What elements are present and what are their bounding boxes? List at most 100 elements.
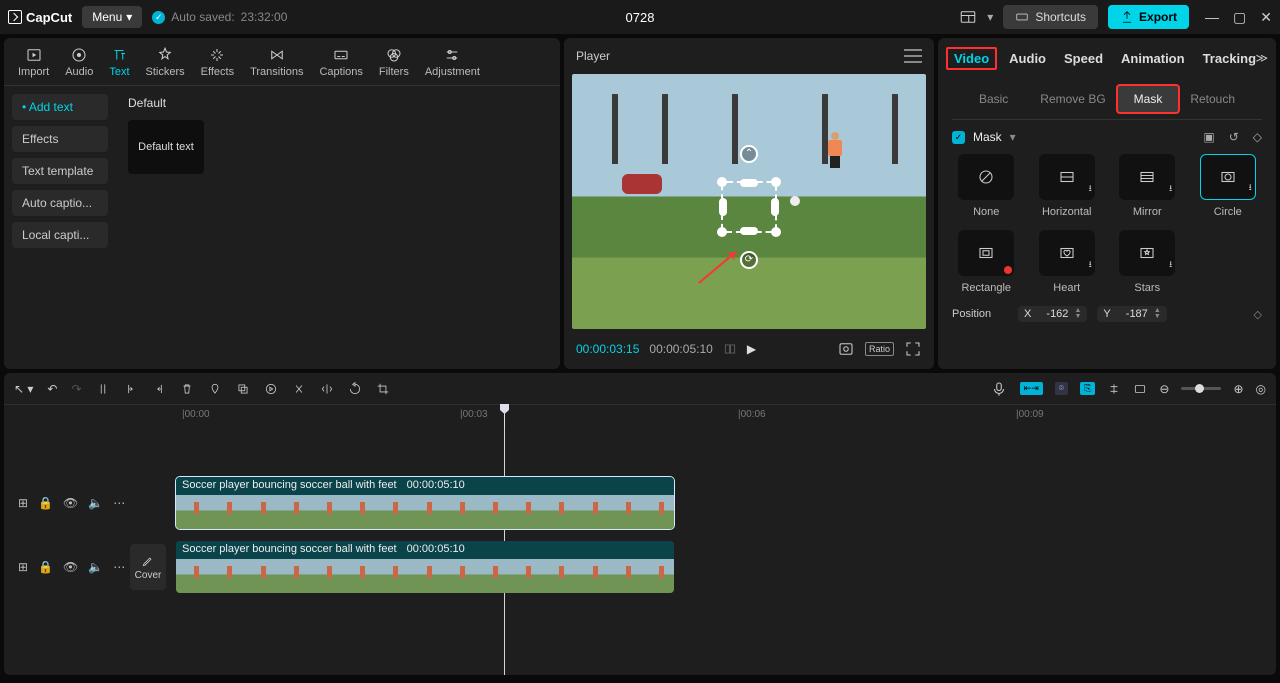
clip-2[interactable]: Soccer player bouncing soccer ball with …	[176, 541, 674, 593]
track-2-head: ⊞ 🔒 👁 🔈 ⋯	[4, 560, 124, 574]
player-menu-icon[interactable]	[904, 49, 922, 63]
mask-horizontal[interactable]: ⭳Horizontal	[1033, 154, 1102, 218]
snap-aux-icon[interactable]: ⌾	[1055, 382, 1068, 395]
lock-icon[interactable]: 🔒	[38, 560, 53, 574]
add-track-icon[interactable]: ⊞	[18, 560, 28, 574]
tab-adjustment[interactable]: Adjustment	[417, 42, 488, 82]
tab-speed[interactable]: Speed	[1064, 47, 1103, 70]
trim-right-icon[interactable]	[152, 382, 166, 396]
minimize-button[interactable]: —	[1205, 9, 1219, 26]
layout-icon[interactable]	[959, 8, 977, 26]
default-text-thumb[interactable]: Default text	[128, 120, 204, 174]
mask-heart[interactable]: ⭳Heart	[1033, 230, 1102, 294]
align-icon[interactable]	[1107, 382, 1121, 396]
mask-label: Mask	[973, 130, 1002, 144]
mask-stars[interactable]: ⭳Stars	[1113, 230, 1182, 294]
tab-audio[interactable]: Audio	[1009, 47, 1046, 70]
crop-icon[interactable]	[376, 382, 390, 396]
add-track-icon[interactable]: ⊞	[18, 496, 28, 510]
subtab-basic[interactable]: Basic	[963, 86, 1024, 112]
more-icon[interactable]: ⋯	[113, 496, 125, 510]
tab-import[interactable]: Import	[10, 42, 57, 82]
zoom-in-button[interactable]: ⊕	[1233, 382, 1243, 396]
keyframe-icon[interactable]: ◇	[1254, 308, 1262, 321]
snapshot-icon[interactable]	[837, 340, 855, 358]
gizmo-rotate-handle-icon[interactable]: ⟳	[740, 251, 758, 269]
preview-toggle-icon[interactable]	[1133, 382, 1147, 396]
position-y-field[interactable]: Y -187▲▼	[1097, 306, 1166, 322]
more-icon[interactable]: ⋯	[113, 560, 125, 574]
snap-link-icon[interactable]: ⎘	[1080, 382, 1095, 395]
tab-audio[interactable]: Audio	[57, 42, 101, 82]
timeline-ruler[interactable]: |00:00 |00:03 |00:06 |00:09	[164, 405, 1276, 427]
duplicate-icon[interactable]	[236, 382, 250, 396]
tab-transitions[interactable]: Transitions	[242, 42, 311, 82]
reverse-icon[interactable]	[292, 382, 306, 396]
gizmo-top-handle-icon[interactable]: ⌃	[740, 145, 758, 163]
clip-1[interactable]: Soccer player bouncing soccer ball with …	[176, 477, 674, 529]
tab-text[interactable]: Text	[101, 42, 137, 82]
sidebar-item-text-template[interactable]: Text template	[12, 158, 108, 184]
sidebar-item-auto-captions[interactable]: Auto captio...	[12, 190, 108, 216]
subtab-remove-bg[interactable]: Remove BG	[1024, 86, 1121, 112]
mic-icon[interactable]	[990, 380, 1008, 398]
split-tool[interactable]	[96, 382, 110, 396]
position-x-field[interactable]: X -162▲▼	[1018, 306, 1087, 322]
cover-button[interactable]: Cover	[130, 544, 166, 590]
maximize-button[interactable]: ▢	[1233, 9, 1246, 26]
tab-video[interactable]: Video	[946, 47, 997, 70]
subtab-mask[interactable]: Mask	[1116, 84, 1181, 114]
tab-filters[interactable]: Filters	[371, 42, 417, 82]
tab-tracking[interactable]: Tracking	[1203, 47, 1256, 70]
mute-icon[interactable]: 🔈	[88, 496, 103, 510]
player-viewport[interactable]: ⌃ ⟳	[572, 74, 926, 329]
mirror-icon[interactable]	[320, 382, 334, 396]
trim-left-icon[interactable]	[124, 382, 138, 396]
play-button[interactable]: ▶	[747, 342, 756, 356]
mask-transform-gizmo[interactable]: ⌃ ⟳	[721, 181, 777, 233]
tab-effects[interactable]: Effects	[193, 42, 242, 82]
undo-button[interactable]: ↶	[47, 382, 57, 396]
tab-captions[interactable]: Captions	[311, 42, 370, 82]
marker-icon[interactable]	[208, 382, 222, 396]
sidebar-item-effects[interactable]: Effects	[12, 126, 108, 152]
mask-enable-checkbox[interactable]: ✓	[952, 131, 965, 144]
chevron-down-icon[interactable]: ▾	[987, 10, 993, 24]
tab-stickers[interactable]: Stickers	[138, 42, 193, 82]
reset-icon[interactable]: ↺	[1229, 130, 1239, 144]
sidebar-item-add-text[interactable]: • Add text	[12, 94, 108, 120]
save-preset-icon[interactable]: ▣	[1203, 130, 1214, 144]
eye-icon[interactable]: 👁	[63, 560, 78, 574]
compare-icon[interactable]	[723, 342, 737, 356]
tab-animation[interactable]: Animation	[1121, 47, 1185, 70]
tabs-scroll-icon[interactable]: ≫	[1255, 51, 1268, 65]
delete-button[interactable]	[180, 382, 194, 396]
zoom-fit-button[interactable]: ◎	[1256, 382, 1266, 396]
fullscreen-icon[interactable]	[904, 340, 922, 358]
close-button[interactable]: ✕	[1260, 9, 1272, 26]
export-button[interactable]: Export	[1108, 5, 1189, 29]
ruler-playhead[interactable]	[504, 405, 505, 427]
mask-rectangle[interactable]: Rectangle	[952, 230, 1021, 294]
freeze-frame-icon[interactable]	[264, 382, 278, 396]
mute-icon[interactable]: 🔈	[88, 560, 103, 574]
pointer-tool[interactable]: ↖ ▾	[14, 382, 33, 396]
zoom-slider[interactable]	[1181, 387, 1221, 390]
keyframe-icon[interactable]: ◇	[1253, 130, 1262, 144]
lock-icon[interactable]: 🔒	[38, 496, 53, 510]
menu-button[interactable]: Menu ▾	[82, 6, 142, 28]
chevron-down-icon[interactable]: ▾	[1010, 130, 1016, 144]
snap-main-icon[interactable]: ⇤⇥	[1020, 382, 1043, 395]
subtab-retouch[interactable]: Retouch	[1174, 86, 1251, 112]
rotate-icon[interactable]	[348, 382, 362, 396]
sidebar-item-local-captions[interactable]: Local capti...	[12, 222, 108, 248]
zoom-out-button[interactable]: ⊖	[1159, 382, 1169, 396]
eye-icon[interactable]: 👁	[63, 496, 78, 510]
redo-button[interactable]: ↷	[71, 382, 81, 396]
shortcuts-button[interactable]: Shortcuts	[1003, 5, 1098, 29]
ratio-button[interactable]: Ratio	[865, 342, 894, 356]
mask-none[interactable]: None	[952, 154, 1021, 218]
mask-mirror[interactable]: ⭳Mirror	[1113, 154, 1182, 218]
mask-circle[interactable]: ⭳Circle	[1194, 154, 1263, 218]
gizmo-bounds[interactable]	[721, 181, 777, 233]
